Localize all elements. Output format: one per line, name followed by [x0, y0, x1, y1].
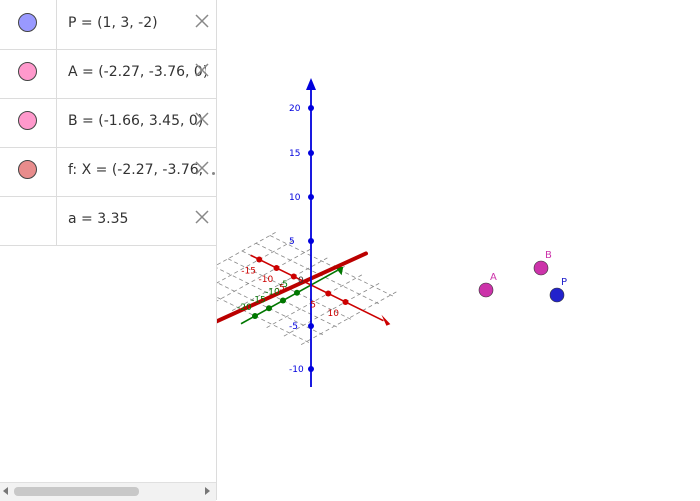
x-axis-tick-dot: [342, 299, 349, 305]
horizontal-scrollbar[interactable]: [0, 482, 216, 501]
scroll-left-icon[interactable]: [3, 487, 8, 495]
x-axis-tick-dot: [273, 265, 280, 271]
algebra-row-f[interactable]: f: X = (-2.27, -3.76, 0) + λ (0.61, 7.21…: [0, 147, 216, 197]
visibility-cell: [0, 98, 57, 147]
y-axis-tick-dot: [252, 313, 258, 319]
x-axis-tick-label: 5: [310, 301, 316, 311]
x-axis-tick-label: 10: [328, 309, 340, 319]
overflow-indicator: [212, 172, 215, 175]
z-axis-tick-label: -10: [289, 365, 304, 375]
y-axis-tick-label: -15: [251, 295, 266, 305]
z-axis-tick-dot: [308, 105, 314, 111]
z-axis-tick-dot: [308, 150, 314, 156]
point-label: P: [561, 277, 567, 288]
points-layer[interactable]: P A B: [478, 250, 567, 303]
point-p[interactable]: [549, 287, 565, 303]
algebra-row-a[interactable]: A = (-2.27, -3.76, 0): [0, 49, 216, 99]
visibility-marble[interactable]: [18, 111, 37, 130]
visibility-cell: [0, 0, 57, 49]
z-axis-tick-dot: [308, 194, 314, 200]
z-axis-tick-dot: [308, 366, 314, 372]
algebra-row-b[interactable]: B = (-1.66, 3.45, 0): [0, 98, 216, 148]
x-axis-tick-label: -15: [241, 267, 256, 277]
visibility-cell: [0, 147, 57, 196]
algebra-row-text[interactable]: B = (-1.66, 3.45, 0): [68, 113, 203, 129]
visibility-marble[interactable]: [18, 13, 37, 32]
x-axis-tick-dot: [256, 256, 263, 263]
z-axis-tick-label: 15: [289, 149, 300, 159]
origin-label: 0: [298, 276, 304, 286]
y-axis-tick-label: -5: [279, 280, 288, 290]
x-axis-tick-dot: [290, 273, 297, 280]
scroll-right-icon[interactable]: [205, 487, 210, 495]
z-axis-arrow-icon: [306, 78, 316, 90]
algebra-view: P = (1, 3, -2) A = (-2.27, -3.76, 0) B =…: [0, 0, 217, 501]
close-icon[interactable]: [193, 208, 211, 226]
tick-labels: -15-10-5510-20-15-10-52015105-5-100: [237, 104, 339, 375]
visibility-marble[interactable]: [18, 160, 37, 179]
scrollbar-thumb[interactable]: [14, 487, 139, 496]
visibility-cell: [0, 49, 57, 98]
close-icon[interactable]: [193, 110, 211, 128]
z-axis-tick-label: 20: [289, 104, 301, 114]
algebra-row-text[interactable]: P = (1, 3, -2): [68, 15, 158, 31]
z-axis-tick-label: 5: [289, 237, 295, 247]
algebra-row-text[interactable]: A = (-2.27, -3.76, 0): [68, 64, 206, 80]
y-axis-tick-dot: [280, 297, 286, 304]
z-axis-tick-dot: [308, 323, 314, 329]
y-axis-tick-label: -20: [237, 303, 252, 313]
xy-plane-grid: [217, 232, 397, 345]
z-axis-tick-label: 10: [289, 193, 301, 203]
graphics-3d-canvas[interactable]: PAB -15-10-5510-20-15-10-52015105-5-100: [217, 0, 700, 500]
visibility-cell: [0, 196, 57, 245]
z-axis-tick-dot: [308, 238, 314, 244]
visibility-marble[interactable]: [18, 62, 37, 81]
point-a[interactable]: [478, 282, 494, 298]
x-axis-tick-dot: [325, 290, 332, 297]
x-axis-tick-label: -10: [259, 275, 274, 285]
y-axis-tick-dot: [266, 305, 272, 312]
close-icon[interactable]: [193, 12, 211, 30]
close-icon[interactable]: [193, 159, 211, 177]
point-b[interactable]: [533, 260, 549, 276]
algebra-row-text[interactable]: a = 3.35: [68, 211, 128, 227]
graphics-3d-view[interactable]: PAB -15 -10 -5 5 10 -20 -15 -10 -5 20 15 10 5 -5 -10 0: [217, 0, 700, 500]
algebra-row-slider-a[interactable]: a = 3.35: [0, 196, 216, 246]
y-axis-tick-label: -10: [265, 288, 280, 298]
y-axis-tick-dot: [294, 289, 300, 296]
point-label: A: [490, 272, 497, 283]
algebra-row-text[interactable]: f: X = (-2.27, -3.76, 0) + λ (0.61, 7.21…: [68, 162, 206, 178]
algebra-row-p[interactable]: P = (1, 3, -2): [0, 0, 216, 50]
point-label: B: [545, 250, 552, 261]
close-icon[interactable]: [193, 61, 211, 79]
z-axis-tick-label: -5: [289, 322, 298, 332]
